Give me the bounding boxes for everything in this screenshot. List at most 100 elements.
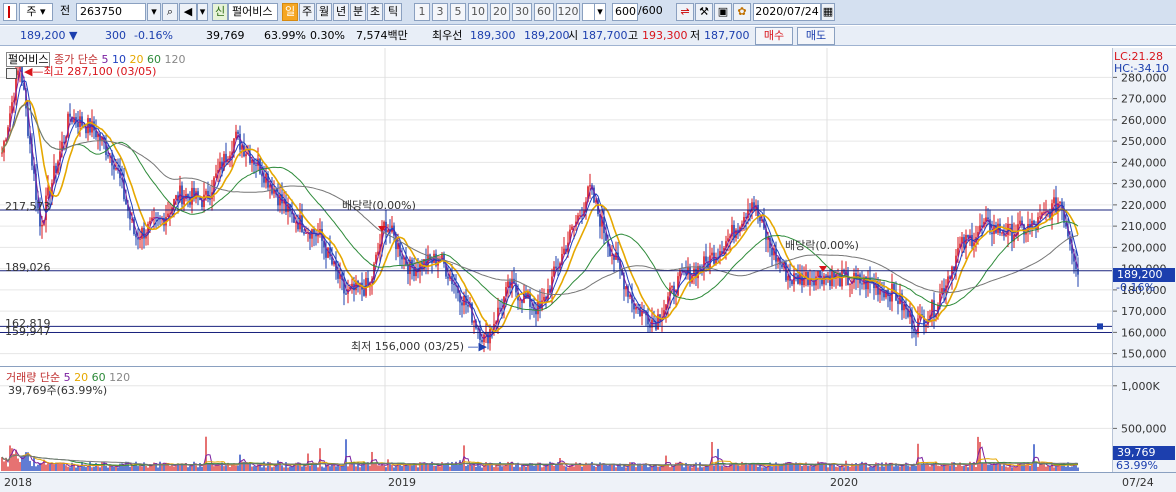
unit-tab-day[interactable]: 일 xyxy=(282,3,298,21)
volume-bar xyxy=(603,464,605,471)
volume-bar xyxy=(737,464,739,471)
volume-bar xyxy=(753,464,755,471)
volume-bar xyxy=(683,467,685,471)
volume-bar xyxy=(341,465,343,471)
sound-dropdown[interactable]: ▾ xyxy=(197,3,208,21)
date-input[interactable]: 2020/07/24 xyxy=(753,3,821,21)
sound-button[interactable]: ◀ xyxy=(179,3,197,21)
speaker-icon: ◀ xyxy=(183,5,193,18)
x-label-date: 07/24 xyxy=(1122,476,1154,489)
volume-bar xyxy=(649,466,651,471)
price-change: 300 xyxy=(105,29,126,42)
volume-bar xyxy=(533,465,535,471)
interval-60[interactable]: 60 xyxy=(534,3,554,21)
volume-bar xyxy=(525,466,527,471)
unit-tab-year[interactable]: 년 xyxy=(333,3,349,21)
volume-bar xyxy=(675,462,677,471)
volume-bar xyxy=(49,464,51,471)
volume-bar xyxy=(15,449,17,471)
volume-bar xyxy=(219,465,221,471)
volume-bar xyxy=(47,463,49,471)
volume-bar xyxy=(205,436,207,471)
interval-120[interactable]: 120 xyxy=(556,3,580,21)
volume-bar xyxy=(387,459,389,471)
volume-bar xyxy=(79,467,81,471)
volume-bar xyxy=(809,465,811,471)
price-tick-label: 270,000 xyxy=(1121,93,1167,106)
volume-pane[interactable] xyxy=(0,367,1112,472)
level-handle xyxy=(1097,323,1103,330)
search-button[interactable]: ⌕ xyxy=(162,3,178,21)
unit-tab-tick[interactable]: 틱 xyxy=(384,3,402,21)
candle-body xyxy=(795,273,797,275)
volume-bar xyxy=(853,466,855,471)
calendar-button[interactable]: ▦ xyxy=(821,3,835,21)
volume-bar xyxy=(377,465,379,471)
interval-dropdown[interactable]: ▾ xyxy=(594,3,606,21)
unit-tab-week[interactable]: 주 xyxy=(299,3,315,21)
volume-bar xyxy=(961,465,963,471)
volume-bar xyxy=(157,467,159,471)
volume-bar xyxy=(1007,467,1009,471)
price-axis-labels: 150,000160,000170,000180,000190,000200,0… xyxy=(1113,71,1167,361)
volume-bar xyxy=(711,441,713,471)
interval-1[interactable]: 1 xyxy=(414,3,430,21)
price-pane[interactable] xyxy=(0,48,1112,366)
volume-bar xyxy=(701,467,703,471)
chart-grid-icon[interactable] xyxy=(6,68,17,79)
best-ask: 189,300 xyxy=(470,29,516,42)
volume-bar xyxy=(245,464,247,471)
tools-button[interactable]: ⚒ xyxy=(695,3,713,21)
candle-body xyxy=(245,154,247,157)
news-badge[interactable]: 신 xyxy=(212,3,228,21)
unit-tab-minute[interactable]: 분 xyxy=(350,3,366,21)
legend-ma-120: 120 xyxy=(164,53,186,66)
volume-bar xyxy=(827,467,829,471)
quote-bar: 189,200 ▼ 300 -0.16% 39,769 63.99% 0.30%… xyxy=(0,26,1176,46)
sync-button[interactable]: ⇌ xyxy=(676,3,694,21)
unit-tab-month[interactable]: 월 xyxy=(316,3,332,21)
volume-bar xyxy=(253,466,255,471)
volume-bar xyxy=(975,467,977,471)
volume-bar xyxy=(989,464,991,471)
volume-bar xyxy=(893,466,895,471)
volume-bar xyxy=(271,467,273,471)
interval-3[interactable]: 3 xyxy=(432,3,448,21)
price-tick-label: 220,000 xyxy=(1121,199,1167,212)
volume-bar xyxy=(907,465,909,471)
unit-tab-second[interactable]: 초 xyxy=(367,3,383,21)
interval-10[interactable]: 10 xyxy=(468,3,488,21)
price-axis[interactable]: 150,000160,000170,000180,000190,000200,0… xyxy=(1112,48,1176,366)
period-label: 전 xyxy=(59,4,71,17)
volume-bar xyxy=(107,467,109,471)
interval-30[interactable]: 30 xyxy=(512,3,532,21)
count-input[interactable]: 600 xyxy=(612,3,638,21)
candle-body xyxy=(1001,232,1003,234)
volume-bar xyxy=(577,464,579,471)
volume-bar xyxy=(89,461,91,471)
type-select[interactable]: 주 ▾ xyxy=(19,3,53,21)
volume-bar xyxy=(775,462,777,471)
candle-body xyxy=(113,165,115,170)
volume-bar xyxy=(209,464,211,471)
code-input[interactable]: 263750 xyxy=(76,3,146,21)
candle-body xyxy=(933,300,935,318)
volume-bar xyxy=(179,465,181,471)
interval-5[interactable]: 5 xyxy=(450,3,466,21)
hc-label: HC:-34.10 xyxy=(1114,62,1170,75)
volume-bar xyxy=(169,466,171,471)
buy-button[interactable]: 매수 xyxy=(755,27,793,45)
code-dropdown-button[interactable]: ▾ xyxy=(147,3,161,21)
volume-bar xyxy=(225,465,227,471)
save-button[interactable]: ▣ xyxy=(714,3,732,21)
volume-bar xyxy=(843,467,845,471)
interval-20[interactable]: 20 xyxy=(490,3,510,21)
sell-button[interactable]: 매도 xyxy=(797,27,835,45)
chart-type-toggle[interactable] xyxy=(3,3,17,21)
volume-bar xyxy=(457,464,459,471)
candle-icon xyxy=(8,6,12,18)
volume-bar xyxy=(329,466,331,471)
x-axis[interactable]: 2018 2019 2020 07/24 xyxy=(0,472,1176,492)
settings-button[interactable]: ✿ xyxy=(733,3,751,21)
volume-bar xyxy=(803,465,805,471)
